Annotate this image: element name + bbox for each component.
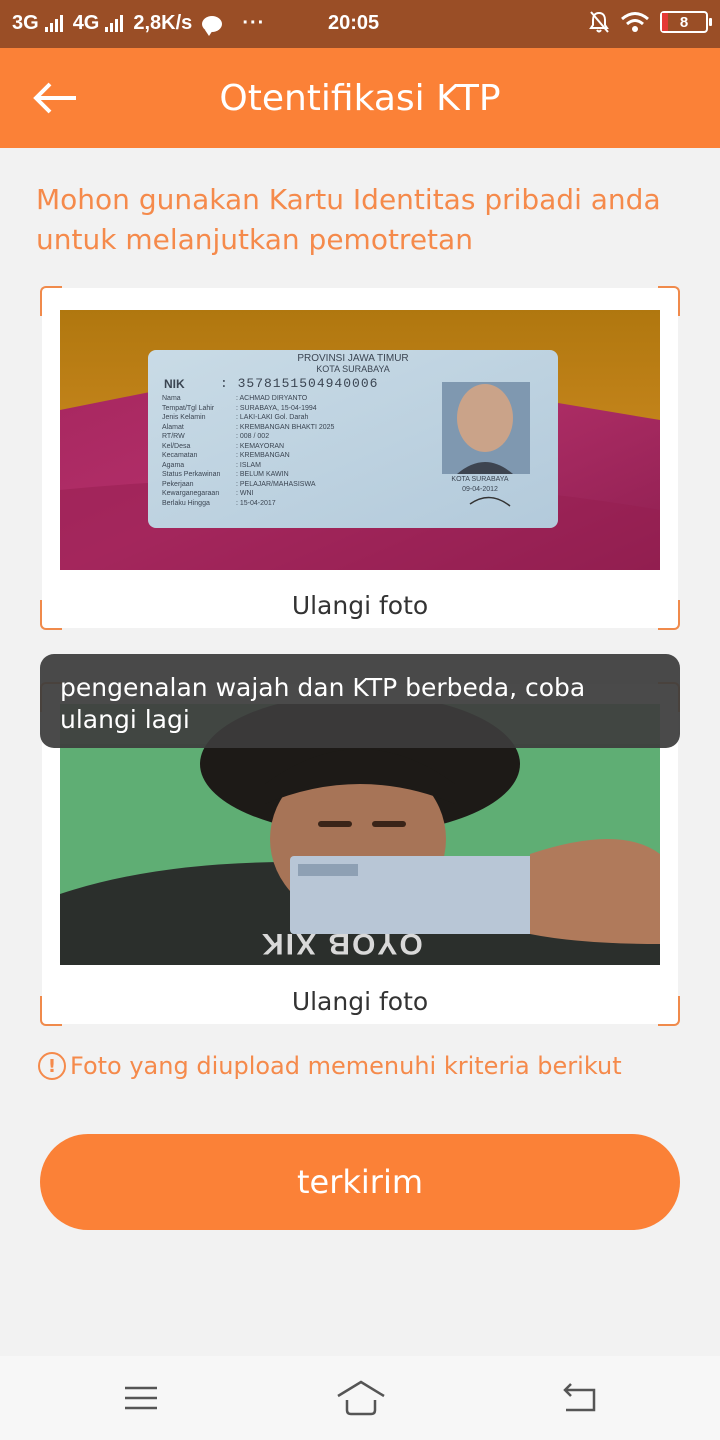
ktp-sign-city: KOTA SURABAYA [451,476,509,483]
network-3g-label: 3G [12,12,39,34]
ktp-field-value: : 15-04-2017 [236,499,276,507]
ktp-field-row: Pekerjaan : PELAJAR/MAHASISWA [162,480,334,490]
ktp-field-label: RT/RW [162,433,185,440]
criteria-note-text: Foto yang diupload memenuhi kriteria ber… [70,1052,622,1080]
error-toast: pengenalan wajah dan KTP berbeda, coba u… [40,654,680,748]
ktp-nik-label: NIK [164,377,185,391]
ktp-field-row: Jenis Kelamin : LAKI-LAKI Gol. Darah [162,413,334,423]
ktp-sign-date: 09-04-2012 [462,486,498,493]
info-icon: ! [38,1052,66,1080]
ktp-fields: Nama : ACHMAD DIRYANTO Tempat/Tgl Lahir : S… [162,394,334,508]
ktp-field-label: Pekerjaan [162,480,194,488]
ktp-field-row: Tempat/Tgl Lahir : SURABAYA, 15-04-1994 [162,404,334,414]
ktp-field-value: : KREMBANGAN [236,452,290,459]
app-bar: Otentifikasi KTP [0,48,720,148]
more-notifications-icon: ··· [242,12,266,34]
ktp-field-row: Status Perkawinan : BELUM KAWIN [162,470,334,480]
ktp-field-value: : 008 / 002 [236,433,270,440]
message-icon [202,15,223,36]
ktp-field-label: Berlaku Hingga [162,499,210,507]
ktp-field-label: Status Perkawinan [162,471,221,478]
ktp-field-row: RT/RW : 008 / 002 [162,432,334,442]
ktp-field-label: Tempat/Tgl Lahir [162,404,215,412]
signal-icon [105,14,124,32]
ktp-field-value: : ISLAM [236,461,261,469]
ktp-field-value: : KEMAYORAN [236,442,285,450]
ktp-field-label: Kel/Desa [162,442,191,450]
clock: 20:05 [328,12,380,34]
mute-bell-icon [589,11,609,33]
frame-corner [40,286,62,316]
ktp-province: PROVINSI JAWA TIMUR [297,353,409,364]
network-4g-label: 4G [72,12,100,34]
ktp-field-row: Alamat : KREMBANGAN BHAKTI 2025 [162,423,334,433]
instruction-text: Mohon gunakan Kartu Identitas pribadi an… [36,183,661,256]
menu-icon[interactable] [121,1378,161,1418]
system-nav-bar [0,1356,720,1440]
ktp-field-row: Kewarganegaraan : WNI [162,489,334,499]
submit-button[interactable]: terkirim [40,1134,680,1230]
ktp-field-label: Jenis Kelamin [162,414,206,421]
retake-selfie-button[interactable]: Ulangi foto [42,987,678,1016]
status-bar: 3G 4G 2,8K/s ··· 20:05 8 [0,0,720,48]
ktp-field-value: : SURABAYA, 15-04-1994 [236,404,317,412]
retake-ktp-button[interactable]: Ulangi foto [42,591,678,620]
ktp-field-value: : ACHMAD DIRYANTO [236,395,308,402]
ktp-field-row: Kecamatan : KREMBANGAN [162,451,334,461]
frame-corner [658,286,680,316]
ktp-field-label: Agama [162,461,185,469]
ktp-field-value: : WNI [236,490,254,497]
ktp-field-row: Agama : ISLAM [162,461,334,471]
battery-icon: 8 [660,11,712,33]
battery-level: 8 [679,13,689,31]
ktp-field-row: Berlaku Hingga : 15-04-2017 [162,499,334,509]
network-speed: 2,8K/s [133,12,193,34]
ktp-field-value: : PELAJAR/MAHASISWA [236,480,316,488]
ktp-field-label: Alamat [162,423,184,431]
ktp-photo[interactable]: PROVINSI JAWA TIMUR KOTA SURABAYA NIK : … [60,310,660,570]
ktp-field-row: Nama : ACHMAD DIRYANTO [162,394,334,404]
ktp-field-label: Nama [162,395,181,402]
ktp-city: KOTA SURABAYA [316,364,390,374]
wifi-icon [621,12,649,32]
criteria-note[interactable]: ! Foto yang diupload memenuhi kriteria b… [38,1052,622,1080]
ktp-field-label: Kecamatan [162,452,198,459]
selfie-shirt-text: OYOB XIK [260,927,423,960]
ktp-field-value: : LAKI-LAKI Gol. Darah [236,414,309,421]
ktp-field-value: : KREMBANGAN BHAKTI 2025 [236,423,335,431]
page-title: Otentifikasi KTP [219,78,501,119]
ktp-nik: : 3578151504940006 [220,376,379,391]
back-nav-icon[interactable] [560,1378,600,1418]
ktp-field-row: Kel/Desa : KEMAYORAN [162,442,334,452]
ktp-photo-card: PROVINSI JAWA TIMUR KOTA SURABAYA NIK : … [40,286,680,630]
signal-icon [44,14,63,32]
ktp-field-value: : BELUM KAWIN [236,471,289,478]
ktp-field-label: Kewarganegaraan [162,490,220,497]
home-icon[interactable] [336,1378,386,1418]
